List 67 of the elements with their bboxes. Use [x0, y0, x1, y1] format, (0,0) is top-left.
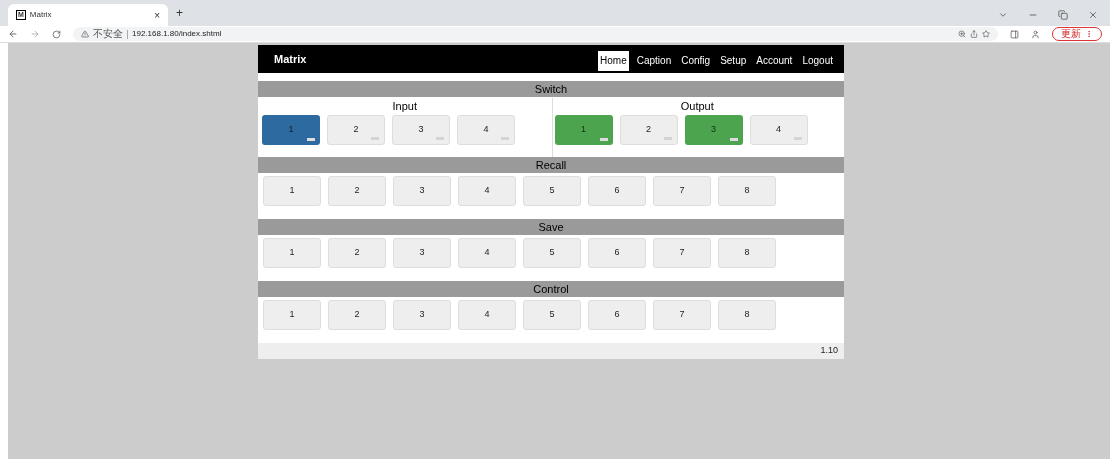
preset-button[interactable]: 8: [718, 238, 776, 268]
preset-button[interactable]: 4: [458, 238, 516, 268]
channel-button[interactable]: 3: [392, 115, 450, 145]
preset-button[interactable]: 1: [263, 238, 321, 268]
forward-icon[interactable]: [30, 29, 40, 39]
restore-icon[interactable]: [1058, 10, 1068, 20]
reload-icon[interactable]: [52, 29, 61, 39]
preset-button[interactable]: 3: [393, 300, 451, 330]
back-icon[interactable]: [8, 29, 18, 39]
nav-tab[interactable]: Setup: [718, 51, 749, 71]
group-label: Input: [392, 99, 417, 113]
preset-button[interactable]: 5: [523, 300, 581, 330]
preset-button[interactable]: 2: [328, 238, 386, 268]
preset-button[interactable]: 3: [393, 238, 451, 268]
indicator-icon: [729, 138, 738, 141]
nav-tab[interactable]: Account: [754, 51, 795, 71]
preset-button[interactable]: 6: [588, 238, 646, 268]
preset-button[interactable]: 2: [328, 176, 386, 206]
preset-button[interactable]: 6: [588, 300, 646, 330]
warning-icon: [81, 30, 89, 38]
channel-button[interactable]: 2: [619, 115, 678, 145]
preset-button[interactable]: 2: [328, 300, 386, 330]
channel-button[interactable]: 1: [554, 115, 613, 145]
section-header: Recall: [258, 157, 844, 173]
preset-button[interactable]: 5: [523, 176, 581, 206]
security-label: 不安全: [93, 28, 123, 40]
nav-tab[interactable]: Config: [679, 51, 713, 71]
nav-tab[interactable]: Caption: [634, 51, 674, 71]
preset-button[interactable]: 8: [718, 300, 776, 330]
channel-button[interactable]: 3: [684, 115, 743, 145]
zoom-icon[interactable]: [958, 30, 966, 38]
preset-button[interactable]: 7: [653, 176, 711, 206]
version-text: 1.10: [820, 344, 838, 358]
tab-search-icon[interactable]: [998, 10, 1008, 20]
preset-button[interactable]: 4: [458, 300, 516, 330]
side-panel-icon[interactable]: [1010, 29, 1019, 39]
close-tab-button[interactable]: ×: [154, 7, 160, 23]
preset-button[interactable]: 7: [653, 238, 711, 268]
preset-button[interactable]: 1: [263, 300, 321, 330]
channel-button[interactable]: 2: [327, 115, 385, 145]
preset-button[interactable]: 1: [263, 176, 321, 206]
indicator-icon: [307, 138, 315, 141]
nav-tab[interactable]: Home: [598, 51, 629, 71]
channel-button[interactable]: 4: [457, 115, 515, 145]
preset-button[interactable]: 7: [653, 300, 711, 330]
profile-icon[interactable]: [1031, 29, 1040, 39]
group-label: Output: [680, 99, 714, 113]
app-title: Matrix: [274, 51, 307, 67]
preset-button[interactable]: 5: [523, 238, 581, 268]
preset-button[interactable]: 3: [393, 176, 451, 206]
section-header: Control: [258, 281, 844, 297]
channel-button[interactable]: 4: [749, 115, 808, 145]
tab-title: Matrix: [29, 9, 53, 21]
share-icon[interactable]: [970, 30, 978, 38]
bookmark-star-icon[interactable]: [982, 30, 990, 38]
close-icon[interactable]: [1088, 10, 1098, 20]
preset-button[interactable]: 8: [718, 176, 776, 206]
section-header: Save: [258, 219, 844, 235]
new-tab-button[interactable]: +: [176, 4, 183, 22]
url-text: 192.168.1.80/index.shtml: [132, 28, 222, 40]
address-bar[interactable]: 不安全 192.168.1.80/index.shtml: [73, 27, 998, 41]
section-header: Switch: [258, 81, 844, 97]
preset-button[interactable]: 4: [458, 176, 516, 206]
preset-button[interactable]: 6: [588, 176, 646, 206]
nav-tab[interactable]: Logout: [800, 51, 835, 71]
menu-icon[interactable]: [1085, 30, 1093, 38]
indicator-icon: [599, 138, 608, 141]
